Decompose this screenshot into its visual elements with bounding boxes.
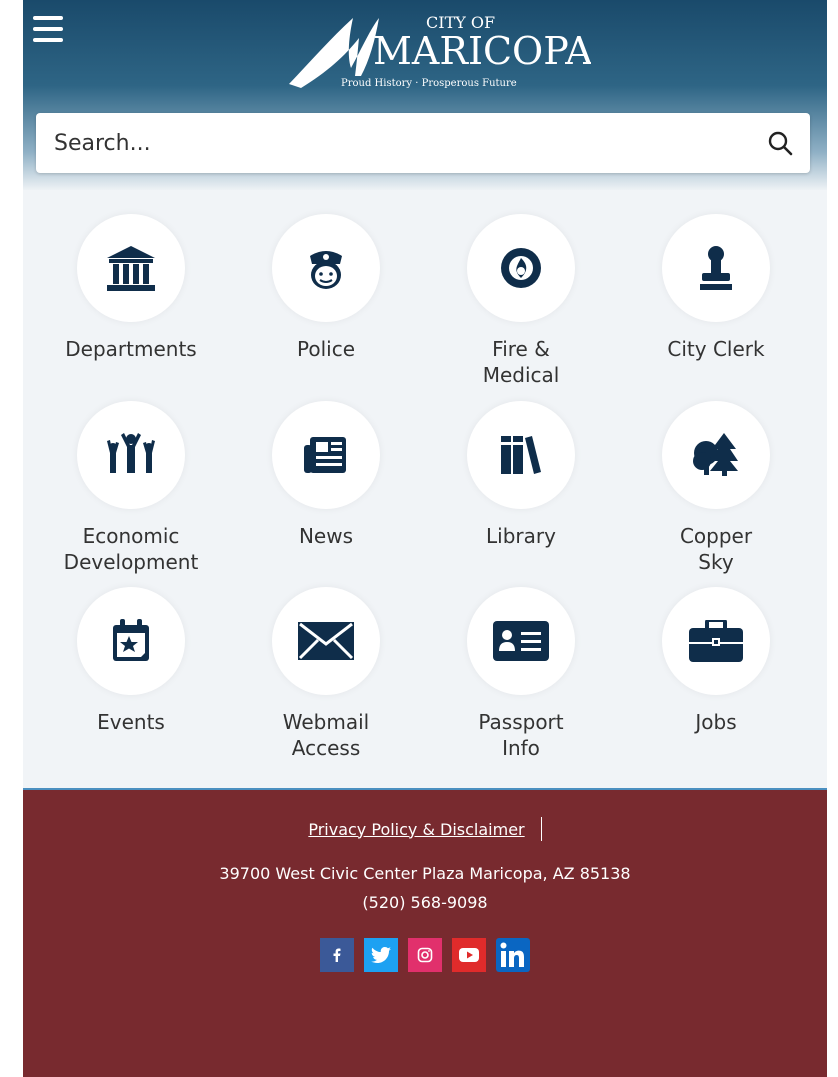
tile-departments[interactable]: Departments bbox=[36, 214, 226, 362]
tile-jobs[interactable]: Jobs bbox=[621, 587, 811, 735]
tile-circle bbox=[77, 214, 185, 322]
trees-icon bbox=[693, 433, 738, 476]
tile-label: News bbox=[298, 524, 354, 548]
tile-label: Webmail Access bbox=[282, 710, 370, 760]
search-bar bbox=[36, 113, 810, 173]
footer-separator bbox=[540, 817, 542, 841]
tile-circle bbox=[662, 214, 770, 322]
tile-passport-info[interactable]: Passport Info bbox=[426, 587, 616, 761]
tile-circle bbox=[272, 587, 380, 695]
tile-news[interactable]: News bbox=[231, 401, 421, 549]
tile-label: Events bbox=[97, 710, 165, 734]
tile-label: Fire & Medical bbox=[482, 337, 560, 387]
tile-circle bbox=[467, 401, 575, 509]
tile-circle bbox=[467, 587, 575, 695]
tile-label: Economic Development bbox=[63, 524, 199, 574]
tile-circle bbox=[77, 401, 185, 509]
page: CITY OF MARICOPA Proud History · Prosper… bbox=[23, 0, 827, 1077]
tile-circle bbox=[272, 401, 380, 509]
envelope-icon bbox=[298, 622, 354, 660]
facebook-icon[interactable] bbox=[320, 938, 354, 972]
tile-circle bbox=[272, 214, 380, 322]
people-celebrate-icon bbox=[107, 433, 155, 473]
books-icon bbox=[501, 436, 541, 474]
tile-fire-medical[interactable]: Fire & Medical bbox=[426, 214, 616, 388]
tile-label: City Clerk bbox=[667, 337, 765, 361]
tile-label: Police bbox=[297, 337, 355, 361]
privacy-row: Privacy Policy & Disclaimer bbox=[23, 816, 827, 842]
tile-police[interactable]: Police bbox=[231, 214, 421, 362]
city-logo[interactable]: CITY OF MARICOPA Proud History · Prosper… bbox=[271, 6, 593, 96]
privacy-policy-link[interactable]: Privacy Policy & Disclaimer bbox=[308, 820, 524, 839]
tile-label: Departments bbox=[65, 337, 197, 361]
fire-medical-icon bbox=[501, 248, 541, 288]
newspaper-icon bbox=[304, 437, 346, 473]
twitter-icon[interactable] bbox=[364, 938, 398, 972]
briefcase-icon bbox=[689, 620, 743, 662]
logo-tagline: Proud History · Prosperous Future bbox=[341, 78, 517, 89]
hamburger-menu-icon[interactable] bbox=[33, 16, 63, 42]
tile-label: Library bbox=[486, 524, 556, 548]
footer: Privacy Policy & Disclaimer 39700 West C… bbox=[23, 788, 827, 1077]
tile-webmail-access[interactable]: Webmail Access bbox=[231, 587, 421, 761]
footer-phone: (520) 568-9098 bbox=[362, 893, 488, 912]
search-icon[interactable] bbox=[750, 113, 810, 173]
footer-address: 39700 West Civic Center Plaza Maricopa, … bbox=[219, 864, 631, 883]
tile-circle bbox=[662, 587, 770, 695]
calendar-star-icon bbox=[113, 619, 149, 661]
tile-circle bbox=[662, 401, 770, 509]
instagram-icon[interactable] bbox=[408, 938, 442, 972]
maricopa-logo-icon: CITY OF MARICOPA Proud History · Prosper… bbox=[289, 13, 593, 89]
header: CITY OF MARICOPA Proud History · Prosper… bbox=[23, 0, 827, 190]
youtube-icon[interactable] bbox=[452, 938, 486, 972]
id-card-icon bbox=[493, 621, 549, 661]
tile-label: Copper Sky bbox=[679, 524, 753, 574]
stamp-icon bbox=[700, 246, 732, 290]
logo-line2: MARICOPA bbox=[373, 29, 591, 73]
linkedin-icon[interactable] bbox=[496, 938, 530, 972]
tile-label: Jobs bbox=[695, 710, 737, 734]
tile-events[interactable]: Events bbox=[36, 587, 226, 735]
social-links bbox=[23, 938, 827, 972]
tile-economic-development[interactable]: Economic Development bbox=[36, 401, 226, 575]
tile-label: Passport Info bbox=[478, 710, 564, 760]
search-input[interactable] bbox=[36, 113, 750, 173]
tile-library[interactable]: Library bbox=[426, 401, 616, 549]
tile-city-clerk[interactable]: City Clerk bbox=[621, 214, 811, 362]
tile-circle bbox=[467, 214, 575, 322]
tile-copper-sky[interactable]: Copper Sky bbox=[621, 401, 811, 575]
tile-circle bbox=[77, 587, 185, 695]
police-officer-icon bbox=[310, 251, 342, 289]
building-icon bbox=[107, 246, 155, 291]
